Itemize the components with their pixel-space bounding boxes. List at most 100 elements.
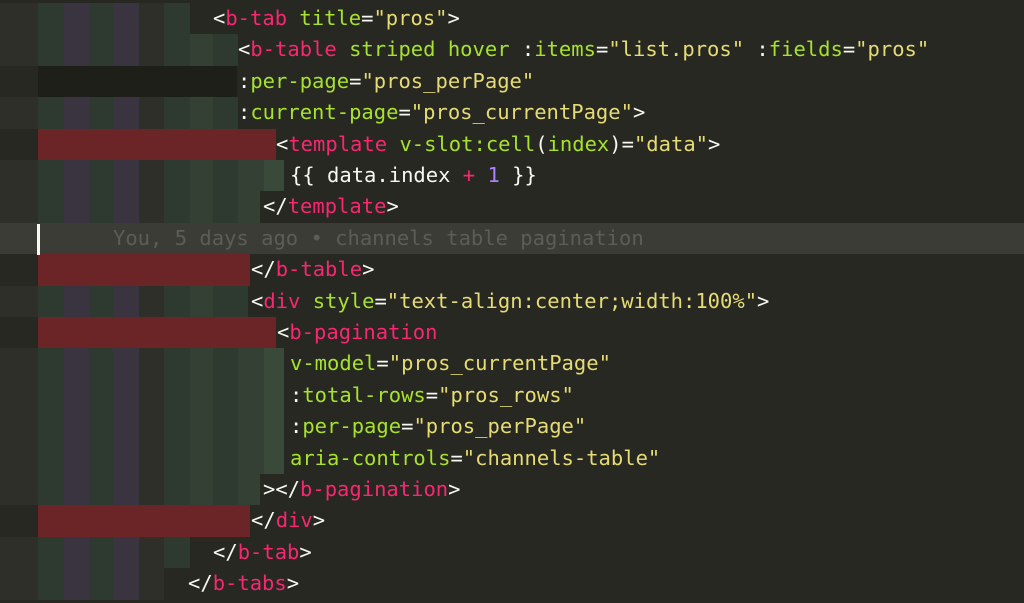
indent-guide [38,317,276,349]
code-line[interactable]: v-model="pros_currentPage" [0,348,1024,380]
indent-guide [113,3,139,35]
token-attr: aria-controls [290,445,451,470]
token-punct: </ [263,194,288,219]
code-line[interactable]: <div style="text-align:center;width:100%… [0,285,1024,317]
token-tag: template [288,131,388,156]
code-line[interactable]: </div> [0,505,1024,537]
code-line[interactable]: You, 5 days ago • channels table paginat… [0,222,1024,255]
indent-guide [139,568,164,600]
indent-guide [64,379,89,412]
indent-guide [139,285,164,317]
indent-guide [64,536,89,569]
indent-guide [0,97,38,129]
token-punct: ( [535,131,548,156]
indent-guide [190,160,213,192]
code-text: <b-table striped hover :items="list.pros… [238,34,929,65]
indent-guide [38,536,64,569]
code-line[interactable]: </b-tabs> [0,568,1024,600]
indent-guide [113,160,139,192]
indent-guide [139,348,164,380]
code-line[interactable]: </b-tab> [0,536,1024,569]
token-punct [287,6,299,30]
code-line[interactable]: aria-controls="channels-table" [0,442,1024,474]
code-text: <b-tab title="pros"> [213,3,460,34]
indent-guide [164,411,190,443]
code-line[interactable]: <template v-slot:cell(index)="data"> [0,128,1024,160]
indent-guide [0,160,38,192]
indent-guide [213,191,238,223]
token-str: "pros" [855,37,930,62]
indent-guide [89,474,113,506]
indent-guide [0,348,38,380]
token-attr: title [299,6,362,30]
token-num: 1 [487,163,500,187]
code-line[interactable]: <b-table striped hover :items="list.pros… [0,34,1024,66]
token-punct: = [349,68,362,93]
indent-guide [164,536,190,569]
token-tag: div [275,508,313,533]
indent-guide [38,191,64,223]
code-line[interactable]: :total-rows="pros_rows" [0,379,1024,412]
token-punct: = [374,288,387,313]
indent-guide [89,536,113,569]
indent-guide [89,442,113,474]
indent-guide [213,160,238,192]
indent-guide [264,442,284,474]
token-str: "pros" [373,6,448,30]
indent-guide [113,34,139,66]
token-blame: You, 5 days ago • channels table paginat… [113,225,644,250]
indent-guide [113,348,139,380]
indent-guide [38,442,64,474]
code-text: <b-pagination [277,317,437,348]
indent-guide [190,285,213,317]
indent-guide [238,160,264,192]
indent-guide [38,3,64,35]
token-punct: }} [499,163,537,187]
indent-guide [164,379,190,412]
token-punct: > [448,477,461,501]
token-str: "pros_perPage" [361,68,535,93]
code-line[interactable]: <b-pagination [0,317,1024,349]
code-line[interactable]: :per-page="pros_perPage" [0,65,1024,98]
indent-guide [139,34,164,66]
code-line[interactable]: </template> [0,191,1024,223]
indent-guide [113,285,139,317]
indent-guide [139,191,164,223]
code-editor[interactable]: <b-tab title="pros"> <b-table striped hov… [0,0,1024,603]
indent-guide [0,379,38,412]
indent-guide [38,348,64,380]
indent-guide [190,474,213,506]
token-punct [475,163,487,187]
token-attr: items [534,37,596,62]
code-line[interactable]: {{ data.index + 1 }} [0,160,1024,192]
indent-guide [38,65,237,98]
code-line[interactable]: </b-table> [0,254,1024,286]
indent-guide [139,536,164,569]
indent-guide [139,411,164,443]
code-line[interactable]: ></b-pagination> [0,474,1024,506]
token-punct: ></ [263,477,301,501]
token-tag: b-tabs [212,571,287,596]
code-text: ></b-pagination> [263,474,460,505]
token-op: + [462,163,476,187]
token-punct: > [632,100,646,125]
token-punct: < [213,6,226,30]
token-punct [337,37,349,61]
token-punct: = [376,351,389,376]
token-punct: < [276,131,289,156]
code-text: </template> [263,191,399,222]
indent-guide [164,34,190,66]
token-punct: : [238,100,251,125]
token-punct: </ [251,257,276,282]
code-text: :current-page="pros_currentPage"> [238,97,645,128]
indent-guide [264,379,284,412]
token-str: "pros_currentPage" [388,351,611,376]
indent-guide [139,379,164,412]
token-str: "data" [633,131,709,156]
code-line[interactable]: :current-page="pros_currentPage"> [0,97,1024,129]
indent-guide [38,34,64,66]
indent-guide [164,348,190,380]
code-line[interactable]: <b-tab title="pros"> [0,3,1024,35]
code-line[interactable]: :per-page="pros_perPage" [0,411,1024,443]
token-tag: b-pagination [289,320,438,344]
